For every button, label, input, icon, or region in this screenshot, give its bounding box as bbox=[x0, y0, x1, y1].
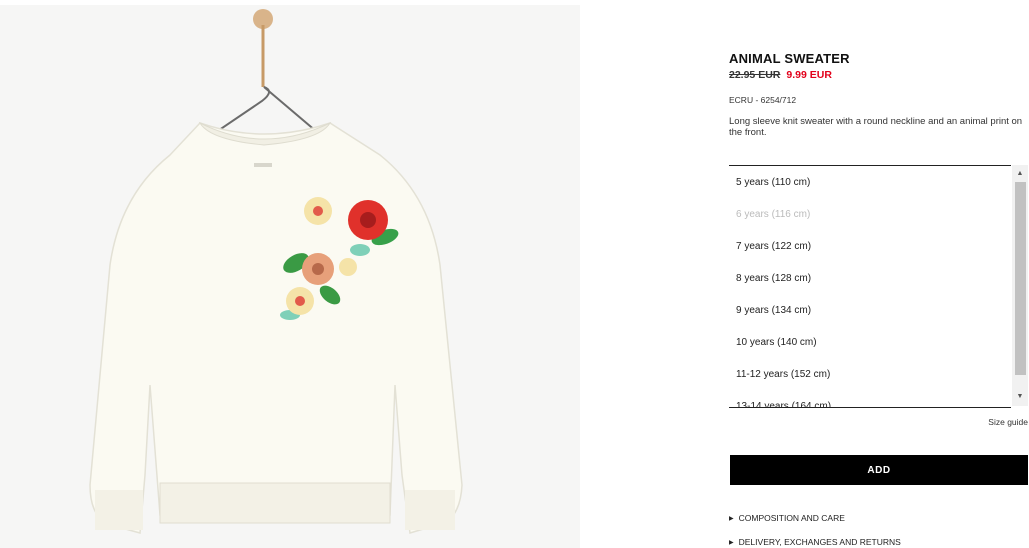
scroll-down-arrow-icon[interactable]: ▼ bbox=[1012, 390, 1028, 404]
scrollbar-thumb[interactable] bbox=[1015, 182, 1026, 375]
delivery-returns-link[interactable]: ▶ DELIVERY, EXCHANGES AND RETURNS bbox=[729, 537, 901, 547]
add-to-cart-button[interactable]: ADD bbox=[730, 455, 1028, 485]
size-option[interactable]: 9 years (134 cm) bbox=[729, 295, 1011, 327]
product-info-panel: ANIMAL SWEATER 22.95 EUR 9.99 EUR ECRU - … bbox=[729, 0, 1029, 548]
scroll-up-arrow-icon[interactable]: ▲ bbox=[1012, 167, 1028, 181]
size-selector[interactable]: 5 years (110 cm) 6 years (116 cm) 7 year… bbox=[729, 165, 1011, 408]
composition-label: COMPOSITION AND CARE bbox=[738, 513, 845, 523]
product-image[interactable] bbox=[0, 5, 580, 548]
product-title: ANIMAL SWEATER bbox=[729, 51, 850, 66]
size-guide-link[interactable]: Size guide bbox=[988, 417, 1028, 427]
old-price: 22.95 EUR bbox=[729, 69, 781, 81]
product-reference: ECRU - 6254/712 bbox=[729, 95, 797, 105]
size-option[interactable]: 13-14 years (164 cm) bbox=[729, 391, 1011, 407]
sale-price: 9.99 EUR bbox=[786, 69, 832, 81]
composition-and-care-link[interactable]: ▶ COMPOSITION AND CARE bbox=[729, 513, 845, 523]
size-option-unavailable: 6 years (116 cm) bbox=[736, 209, 811, 220]
product-description: Long sleeve knit sweater with a round ne… bbox=[729, 116, 1023, 138]
triangle-right-icon: ▶ bbox=[729, 516, 734, 522]
size-option[interactable]: 10 years (140 cm) bbox=[729, 327, 1011, 359]
size-option[interactable]: 11-12 years (152 cm) bbox=[729, 359, 1011, 391]
size-list-scrollbar[interactable]: ▲ ▼ bbox=[1012, 165, 1028, 406]
triangle-right-icon: ▶ bbox=[729, 540, 734, 546]
delivery-label: DELIVERY, EXCHANGES AND RETURNS bbox=[738, 537, 901, 547]
size-option[interactable]: 8 years (128 cm) bbox=[729, 263, 1011, 295]
price-block: 22.95 EUR 9.99 EUR bbox=[729, 69, 832, 81]
size-option[interactable]: 5 years (110 cm) bbox=[729, 167, 1011, 199]
size-option[interactable]: 7 years (122 cm) bbox=[729, 231, 1011, 263]
